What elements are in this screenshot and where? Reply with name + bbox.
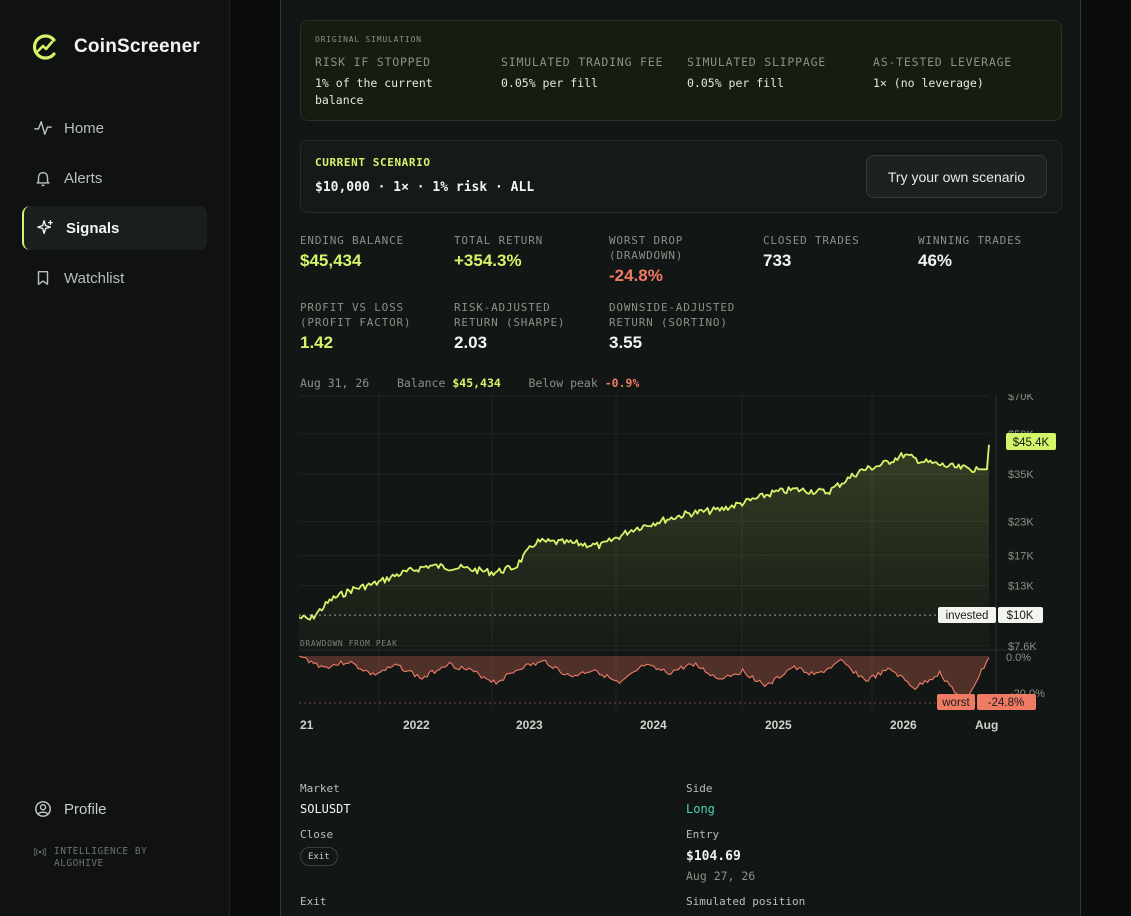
app-root: CoinScreener Home Alerts Signals Watchli…	[0, 0, 1131, 916]
side-label: Side	[686, 782, 713, 795]
entry-label: Entry	[686, 828, 720, 841]
stat-sharpe: RISK-ADJUSTED RETURN (SHARPE) 2.03	[454, 301, 566, 352]
current-scenario-value: $10,000 · 1× · 1% risk · ALL	[315, 180, 535, 195]
x-tick-label: Aug	[975, 718, 998, 732]
exit-label: Exit	[300, 895, 327, 908]
user-circle-icon	[35, 801, 51, 817]
simulated-position-label: Simulated position	[686, 895, 806, 908]
sidebar-item-home[interactable]: Home	[22, 106, 207, 150]
y-tick-label: $35K	[1008, 469, 1034, 481]
entry-price: $104.69	[686, 849, 741, 864]
sidebar-nav: Home Alerts Signals Watchlist	[22, 106, 207, 306]
brand[interactable]: CoinScreener	[30, 32, 200, 62]
powered-by: INTELLIGENCE BY ALGOHIVE	[34, 846, 164, 870]
stat-winning-trades: WINNING TRADES 46%	[918, 234, 1022, 270]
drawdown-title: DRAWDOWN FROM PEAK	[300, 639, 398, 648]
invested-badge: invested $10K	[938, 607, 1043, 623]
profile-label: Profile	[64, 800, 107, 818]
equity-area	[299, 444, 989, 646]
x-tick-label: 21	[300, 718, 314, 732]
activity-icon	[34, 120, 52, 136]
y-tick-label: $17K	[1008, 550, 1034, 562]
hover-balance-label: Balance	[396, 376, 446, 390]
simulated-slippage: SIMULATED SLIPPAGE 0.05% per fill	[687, 55, 827, 90]
y-tick-label: $23K	[1008, 516, 1034, 528]
stat-worst-drop: WORST DROP (DRAWDOWN) -24.8%	[609, 234, 684, 285]
sparkle-icon	[37, 220, 53, 235]
current-scenario-label: CURRENT SCENARIO	[315, 156, 431, 169]
close-label: Close	[300, 828, 334, 841]
brand-name: CoinScreener	[74, 36, 200, 57]
sidebar-item-watchlist[interactable]: Watchlist	[22, 256, 207, 300]
x-tick-label: 2024	[640, 718, 667, 732]
original-simulation-title: ORIGINAL SIMULATION	[315, 35, 422, 44]
drawdown-area	[299, 656, 989, 701]
y-tick-label: $13K	[1008, 581, 1034, 593]
simulated-trading-fee: SIMULATED TRADING FEE 0.05% per fill	[501, 55, 664, 90]
x-tick-label: 2022	[403, 718, 430, 732]
bell-icon	[36, 171, 50, 187]
chart-hover-readout: Aug 31, 26 Balance $45,434 Below peak -0…	[300, 376, 639, 390]
worst-drawdown-badge: worst -24.8%	[937, 694, 1036, 710]
drawdown-tick-0: 0.0%	[1006, 652, 1031, 664]
try-your-own-scenario-button[interactable]: Try your own scenario	[866, 155, 1047, 198]
side-value: Long	[686, 802, 715, 816]
market-value: SOLUSDT	[300, 802, 351, 816]
bookmark-icon	[37, 270, 49, 286]
equity-chart[interactable]: $70K$50K$35K$23K$17K$13K$7.6K invested $…	[299, 394, 1061, 734]
x-axis-labels: 21 2022 2023 2024 2025 2026 Aug	[300, 718, 998, 732]
original-simulation-card: ORIGINAL SIMULATION RISK IF STOPPED 1% o…	[300, 20, 1062, 121]
risk-if-stopped: RISK IF STOPPED 1% of the current balanc…	[315, 55, 433, 107]
as-tested-leverage: AS-TESTED LEVERAGE 1× (no leverage)	[873, 55, 1013, 90]
stat-profit-factor: PROFIT VS LOSS (PROFIT FACTOR) 1.42	[300, 301, 412, 352]
sidebar-item-alerts[interactable]: Alerts	[22, 156, 207, 200]
market-label: Market	[300, 782, 340, 795]
current-scenario-card: CURRENT SCENARIO $10,000 · 1× · 1% risk …	[300, 140, 1062, 213]
worst-label: worst	[941, 697, 970, 709]
current-value-badge: $45.4K	[1006, 433, 1056, 450]
current-value-label: $45.4K	[1013, 437, 1050, 449]
stat-sortino: DOWNSIDE-ADJUSTED RETURN (SORTINO) 3.55	[609, 301, 736, 352]
close-exit-pill[interactable]: Exit	[300, 847, 338, 866]
stat-total-return: TOTAL RETURN +354.3%	[454, 234, 544, 270]
sidebar-item-signals[interactable]: Signals	[22, 206, 207, 250]
sidebar: CoinScreener Home Alerts Signals Watchli…	[0, 0, 230, 916]
x-tick-label: 2023	[516, 718, 543, 732]
y-tick-label: $70K	[1008, 394, 1034, 403]
worst-value: -24.8%	[988, 697, 1024, 709]
sidebar-item-label: Watchlist	[64, 269, 125, 287]
sidebar-item-label: Signals	[66, 219, 120, 237]
x-tick-label: 2025	[765, 718, 792, 732]
sidebar-item-label: Home	[64, 119, 105, 137]
hover-balance: $45,434	[452, 376, 501, 390]
hover-below-label: Below peak	[528, 376, 598, 390]
broadcast-icon	[34, 847, 46, 857]
stat-closed-trades: CLOSED TRADES 733	[763, 234, 860, 270]
stat-ending-balance: ENDING BALANCE $45,434	[300, 234, 404, 270]
x-tick-label: 2026	[890, 718, 917, 732]
invested-badge-label: invested	[946, 610, 989, 622]
entry-date: Aug 27, 26	[686, 869, 756, 883]
sidebar-item-profile[interactable]: Profile	[34, 800, 107, 818]
powered-by-text: INTELLIGENCE BY ALGOHIVE	[54, 846, 148, 869]
signal-detail-panel: ORIGINAL SIMULATION RISK IF STOPPED 1% o…	[280, 0, 1081, 916]
coinscreener-logo-icon	[32, 34, 56, 60]
hover-date: Aug 31, 26	[300, 376, 370, 390]
hover-below: -0.9%	[604, 376, 640, 390]
sidebar-item-label: Alerts	[64, 169, 103, 187]
invested-badge-value: $10K	[1007, 610, 1034, 622]
